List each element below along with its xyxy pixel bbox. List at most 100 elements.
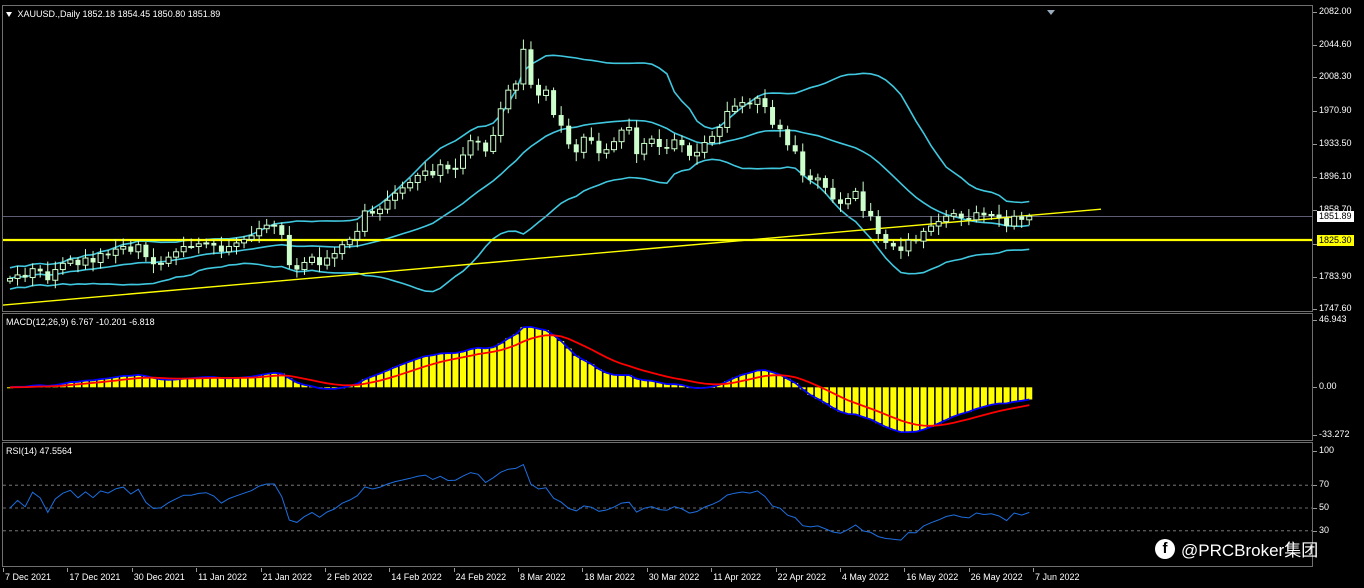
candle-bull	[354, 230, 361, 240]
macd-histogram-bar	[414, 358, 421, 388]
facebook-icon: f	[1155, 538, 1175, 559]
macd-histogram-bar	[996, 387, 1003, 404]
macd-pane[interactable]: MACD(12,26,9) 6.767 -10.201 -6.818	[2, 313, 1313, 441]
macd-histogram-bar	[603, 372, 610, 388]
candle-bear	[747, 102, 753, 105]
macd-histogram-bar	[225, 378, 232, 388]
candle-bull	[845, 198, 852, 205]
rsi-pane[interactable]: RSI(14) 47.5564	[2, 442, 1313, 567]
shift-marker-icon	[1047, 10, 1055, 15]
candle-bull	[414, 174, 421, 184]
time-tickmark	[968, 568, 970, 572]
macd-histogram-bar	[543, 330, 550, 388]
time-tick-label: 14 Feb 2022	[391, 572, 442, 582]
candle-bear	[369, 210, 375, 214]
candle-bull	[739, 102, 746, 107]
candle-bull	[973, 212, 980, 221]
macd-histogram-bar	[407, 361, 414, 388]
macd-histogram-bar	[233, 377, 240, 388]
candle-bull	[852, 190, 859, 200]
price-chart-pane[interactable]: XAUUSD.,Daily 1852.18 1854.45 1850.80 18…	[2, 5, 1313, 312]
macd-histogram-bar	[218, 378, 225, 388]
symbol-menu-triangle-icon[interactable]	[6, 12, 12, 18]
candle-bull	[452, 167, 459, 170]
candle-bull	[512, 83, 519, 91]
time-tickmark	[196, 568, 198, 572]
candle-bull	[671, 139, 678, 150]
macd-histogram-bar	[120, 375, 127, 388]
candle-bear	[777, 124, 783, 130]
price-tick-label: 1970.90	[1319, 104, 1352, 115]
time-tickmark	[324, 568, 326, 572]
macd-chart	[7, 325, 1033, 433]
rsi-axis[interactable]: 100 70 50 30	[1313, 442, 1364, 567]
rsi-line	[9, 463, 1030, 541]
candle-bear	[792, 145, 798, 152]
candle-bear	[838, 199, 843, 204]
candle-bear	[566, 125, 572, 145]
macd-histogram-bar	[158, 379, 164, 388]
time-tick-label: 18 Mar 2022	[584, 572, 635, 582]
time-axis[interactable]: 7 Dec 2021 17 Dec 2021 30 Dec 2021 11 Jan 2…	[0, 568, 1313, 588]
candle-bull	[603, 149, 610, 154]
time-tick-label: 11 Jan 2022	[198, 572, 248, 582]
symbol-open: 1852.18	[82, 9, 116, 19]
candle-bear	[105, 253, 111, 256]
time-tick-label: 22 Apr 2022	[777, 572, 827, 582]
macd-histogram-bar	[188, 378, 195, 388]
candle-bear	[536, 84, 541, 96]
macd-histogram-bar	[127, 375, 134, 388]
candle-bull	[376, 208, 383, 215]
candle-bear	[785, 129, 791, 146]
macd-histogram-bar	[928, 387, 935, 427]
time-tick-label: 30 Mar 2022	[648, 572, 700, 582]
macd-histogram-bar	[829, 387, 836, 408]
macd-histogram-bar	[875, 387, 882, 424]
macd-histogram-bar	[1003, 387, 1010, 404]
macd-histogram-bar	[762, 370, 768, 388]
candle-bear	[483, 142, 489, 152]
time-tick-label: 30 Dec 2021	[133, 572, 185, 582]
price-tick-label: 2082.00	[1319, 6, 1352, 16]
price-tickmark	[1313, 177, 1317, 179]
candle-bull	[611, 141, 617, 151]
macd-histogram-bar	[867, 387, 874, 420]
time-tickmark	[67, 568, 69, 572]
macd-histogram-bar	[618, 375, 625, 388]
macd-histogram-bar	[588, 364, 595, 388]
candle-bear	[1004, 218, 1010, 227]
candle-bull	[361, 210, 368, 232]
candle-bear	[634, 127, 640, 155]
bollinger-middle	[9, 119, 1030, 280]
candle-bull	[256, 228, 263, 237]
candle-bear	[830, 187, 836, 200]
candle-bear	[551, 90, 557, 116]
time-tickmark	[131, 568, 133, 572]
candle-bull	[928, 225, 935, 232]
macd-histogram-bar	[422, 356, 429, 388]
time-tickmark	[646, 568, 648, 572]
candle-bull	[626, 126, 633, 131]
time-tick-label: 11 Apr 2022	[713, 572, 761, 582]
candle-bear	[558, 115, 564, 126]
price-tick-label: 1783.90	[1319, 270, 1352, 281]
candle-bear	[90, 258, 96, 263]
macd-histogram-bar	[512, 334, 519, 388]
candle-bear	[822, 178, 828, 188]
candle-bull	[203, 242, 210, 245]
price-tick-label: 2008.30	[1319, 71, 1352, 82]
macd-histogram-bar	[490, 347, 497, 388]
candle-bull	[225, 245, 232, 253]
candle-bull	[618, 129, 625, 143]
candle-bear	[958, 213, 964, 219]
price-axis[interactable]: 2082.00 2044.60 2008.30 1970.90 1933.50 1896.…	[1313, 5, 1364, 313]
time-tickmark	[582, 568, 584, 572]
rsi-tick-label: 30	[1319, 524, 1330, 535]
candle-bull	[14, 274, 21, 279]
candle-bear	[800, 151, 806, 176]
watermark: f @PRCBroker集团	[1155, 536, 1318, 561]
macd-axis[interactable]: 46.943 0.00 -33.272	[1313, 313, 1364, 441]
candle-bull	[1011, 215, 1018, 227]
symbol-info[interactable]: XAUUSD.,Daily 1852.18 1854.45 1850.80 18…	[6, 9, 220, 19]
price-tick-label: 2044.60	[1319, 39, 1352, 50]
